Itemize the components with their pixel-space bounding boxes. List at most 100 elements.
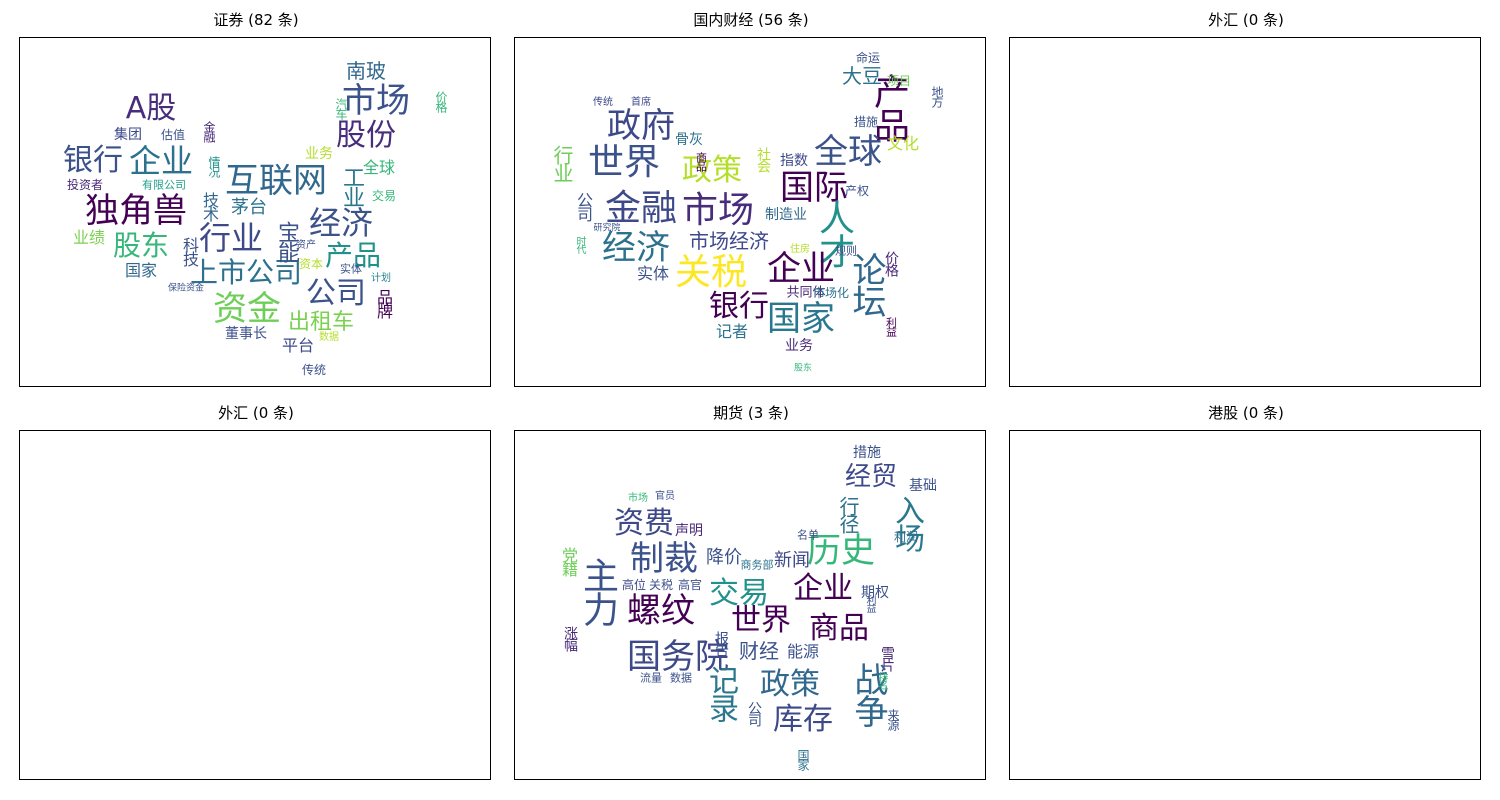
panel-title: 期货 (3 条): [713, 404, 789, 422]
wordcloud-word: 文化: [886, 134, 920, 153]
wordcloud-word: 商品: [809, 611, 869, 646]
wordcloud-word: 商品: [694, 152, 708, 170]
wordcloud-word: 汽车: [334, 98, 348, 118]
wordcloud-word: 指数: [780, 153, 808, 169]
wordcloud-word: 行径: [836, 496, 860, 532]
wordcloud-word: 新闻: [774, 550, 810, 571]
wordcloud-word: 名单: [797, 528, 819, 542]
wordcloud-word: 企业: [767, 249, 835, 289]
wordcloud-word: 出租车: [287, 310, 355, 335]
wordcloud-word: 关税: [648, 578, 674, 592]
wordcloud-word: 经济: [308, 204, 374, 242]
wordcloud-word: 宝能: [274, 221, 299, 261]
wordcloud-word: 公司: [746, 701, 762, 725]
wordcloud-word: 计划: [371, 273, 391, 284]
wordcloud-word: 能源: [786, 642, 820, 661]
wordcloud-word: 金融: [202, 121, 216, 141]
wordcloud-word: 企业: [128, 142, 194, 180]
wordcloud-word: 有限公司: [142, 178, 186, 192]
wordcloud-word: 财经: [739, 639, 779, 663]
wordcloud-word: 声明: [675, 523, 703, 539]
panel-title: 港股 (0 条): [1208, 404, 1284, 422]
panel-title: 外汇 (0 条): [1208, 11, 1284, 29]
wordcloud-word: 高官: [677, 578, 703, 592]
wordcloud-word: 传统: [301, 363, 327, 377]
wordcloud-word: 官员: [655, 491, 675, 502]
wordcloud-word: 市场经济: [689, 229, 769, 253]
wordcloud-word: 情况: [207, 156, 221, 176]
wordcloud-panel: [1009, 37, 1481, 387]
wordcloud-word: 交易: [371, 189, 397, 203]
wordcloud-word: 记录: [703, 665, 738, 721]
wordcloud-word: 来源: [886, 709, 900, 729]
wordcloud-word: 银行: [709, 289, 769, 324]
wordcloud-word: A股: [125, 91, 177, 126]
wordcloud-word: 价格: [883, 251, 899, 275]
wordcloud-word: 全球: [362, 158, 396, 177]
wordcloud-word: 南玻: [346, 59, 386, 83]
wordcloud-word: 技术: [200, 192, 219, 220]
wordcloud-word: 研究院: [593, 223, 621, 234]
wordcloud-word: 集团: [114, 127, 142, 143]
wordcloud-panel: 市场 股份 南玻 A股 银行 企业 互联网 独角兽 经济 行业 股东 产品 上市公司 公司 资金 出租车 集团估…: [19, 37, 491, 387]
wordcloud-word: 社会: [755, 147, 771, 171]
wordcloud-word: 政府: [607, 106, 675, 146]
panel-title: 国内财经 (56 条): [693, 11, 809, 29]
wordcloud-word: 行业: [550, 145, 574, 181]
wordcloud-word: 利益: [864, 595, 875, 611]
wordcloud-word: 市场: [628, 493, 648, 504]
wordcloud-word: 资产: [296, 240, 316, 251]
wordcloud-word: 报告: [713, 631, 729, 655]
wordcloud-word: 公司: [306, 276, 366, 311]
wordcloud-word: 经贸: [844, 462, 898, 492]
wordcloud-word: 措施: [853, 115, 879, 129]
wordcloud-word: 企业: [793, 571, 853, 606]
wordcloud-word: 茅台: [231, 197, 267, 218]
wordcloud-word: 国家: [796, 749, 810, 769]
wordcloud-word: 产权: [844, 184, 870, 198]
wordcloud-word: 利润: [893, 530, 919, 544]
panel-title: 外汇 (0 条): [218, 404, 294, 422]
wordcloud-word: 螺纹: [627, 591, 695, 631]
wordcloud-word: 实体: [636, 264, 670, 283]
wordcloud-word: 品牌: [374, 289, 393, 317]
wordcloud-word: 行业: [198, 219, 264, 257]
wordcloud-word: 世界: [587, 142, 661, 183]
wordcloud-panel: [19, 430, 491, 780]
wordcloud-word: 金融: [604, 188, 678, 229]
wordcloud-word: 政策: [682, 153, 742, 188]
wordcloud-panel: [1009, 430, 1481, 780]
wordcloud-word: 实体: [340, 262, 362, 276]
wordcloud-word: 业绩: [72, 228, 106, 247]
wordcloud-word: 流量: [640, 671, 662, 685]
wordcloud-word: 股东: [793, 363, 813, 374]
wordcloud-word: 价格: [434, 91, 448, 111]
wordcloud-word: 全球: [814, 132, 882, 172]
wordcloud-word: 库存: [773, 702, 833, 737]
wordcloud-word: 数据: [670, 671, 692, 685]
wordcloud-word: 国家: [124, 261, 158, 280]
wordcloud-word: 大豆: [842, 64, 882, 88]
wordcloud-word: 商务部: [740, 558, 774, 572]
wordcloud-word: 政策: [760, 667, 820, 702]
wordcloud-word: 命运: [855, 51, 881, 65]
wordcloud-word: 经济: [602, 228, 670, 268]
wordcloud-word: 党籍: [559, 547, 578, 575]
wordcloud-word: 规则: [835, 244, 857, 258]
wordcloud-word: 银行: [63, 143, 123, 178]
wordcloud-word: 估值: [160, 128, 186, 142]
wordcloud-word: 工业: [339, 166, 364, 206]
wordcloud-word: 市场: [681, 190, 755, 231]
wordcloud-word: 骨灰: [675, 132, 703, 148]
wordcloud-word: 世界: [731, 603, 791, 638]
wordcloud-word: 资费: [614, 506, 674, 541]
wordcloud-word: 业务: [305, 146, 333, 162]
wordcloud-panel: 措施 经贸 基础 入场 官员 市场 资费 行径 历史 利润 声明 制裁 党籍 降价 新闻 名单 商务部 主力 高位关…: [514, 430, 986, 780]
wordcloud-word: 论坛: [846, 252, 886, 316]
wordcloud-word: 董事长: [225, 326, 267, 342]
wordcloud-word: 保险资金: [167, 283, 205, 294]
wordcloud-word: 投资者: [66, 178, 104, 192]
wordcloud-word: 传统: [593, 97, 613, 108]
wordcloud-word: 关税: [674, 252, 748, 293]
wordcloud-word: 资本: [298, 257, 324, 271]
